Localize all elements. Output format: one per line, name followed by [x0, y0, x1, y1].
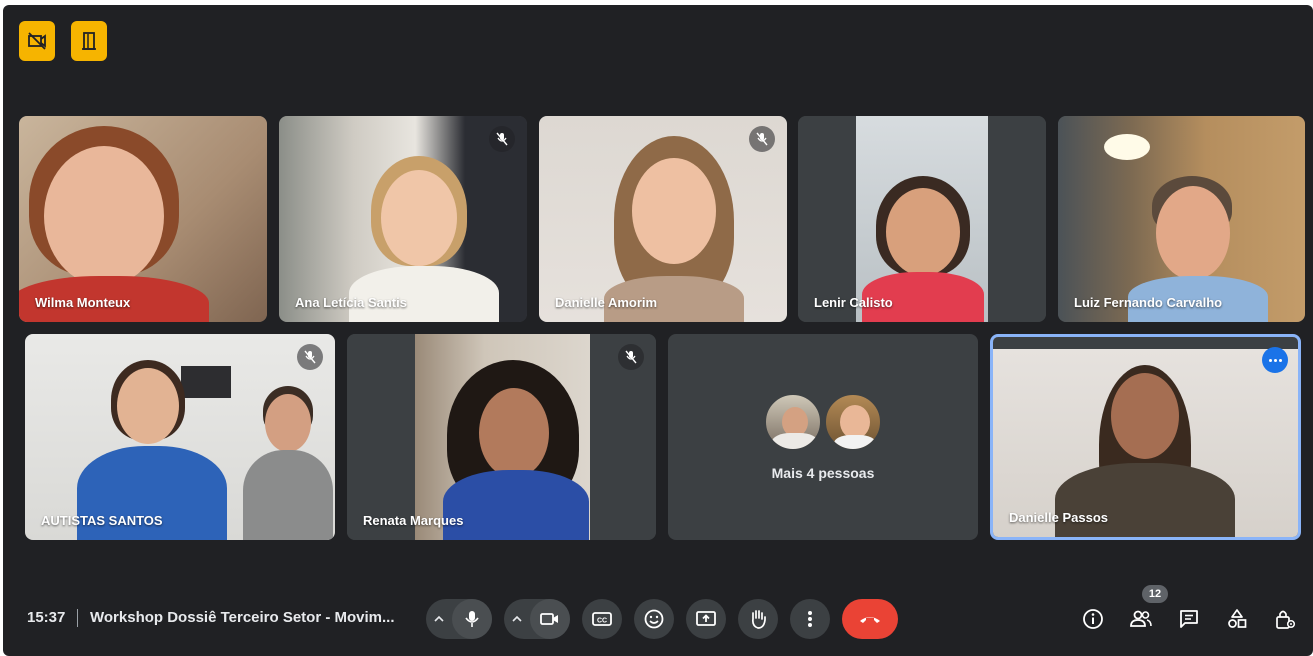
participant-tile[interactable]: Luiz Fernando Carvalho — [1058, 116, 1305, 322]
meeting-details-button[interactable] — [1080, 605, 1106, 633]
participant-name: Luiz Fernando Carvalho — [1074, 295, 1223, 310]
more-options-button[interactable] — [790, 599, 830, 639]
raise-hand-button[interactable] — [738, 599, 778, 639]
hang-up-button[interactable] — [842, 599, 898, 639]
mic-off-icon — [304, 350, 316, 364]
avatar — [764, 393, 822, 451]
participant-tile[interactable]: Ana Letícia Santis — [279, 116, 527, 322]
mic-off-indicator — [489, 126, 515, 152]
captions-icon: CC — [592, 612, 612, 626]
participant-name: Ana Letícia Santis — [295, 295, 407, 310]
participant-name: AUTISTAS SANTOS — [41, 513, 163, 528]
present-screen-button[interactable] — [686, 599, 726, 639]
meeting-title: Workshop Dossiê Terceiro Setor - Movim..… — [90, 609, 395, 626]
no-video-recording-icon — [28, 32, 46, 50]
more-options-icon — [808, 611, 812, 627]
camera-icon — [540, 613, 558, 625]
participant-tile[interactable]: Wilma Monteux — [19, 116, 267, 322]
mic-off-icon — [496, 132, 508, 146]
reactions-button[interactable] — [634, 599, 674, 639]
chevron-up-icon[interactable] — [426, 613, 452, 625]
people-button[interactable] — [1128, 605, 1154, 633]
chevron-up-icon[interactable] — [504, 613, 530, 625]
avatar — [824, 393, 882, 451]
mic-button[interactable] — [452, 599, 492, 639]
mic-control — [426, 599, 492, 639]
participant-name: Lenir Calisto — [814, 295, 893, 310]
svg-text:CC: CC — [597, 618, 607, 625]
divider — [77, 609, 78, 627]
activities-icon — [1228, 609, 1247, 628]
self-view-tile[interactable]: Danielle Passos — [990, 334, 1301, 540]
camera-control — [504, 599, 570, 639]
emoji-icon — [644, 609, 664, 629]
present-screen-icon — [696, 611, 716, 626]
participant-count-badge: 12 — [1142, 585, 1168, 603]
more-participants-avatars — [764, 393, 882, 451]
host-controls-icon — [1276, 610, 1296, 629]
more-participants-label: Mais 4 pessoas — [771, 465, 875, 481]
meet-window: Wilma Monteux Ana Letícia Santis Daniell… — [3, 5, 1313, 656]
host-controls-button[interactable] — [1272, 605, 1298, 633]
clock-time: 15:37 — [27, 609, 66, 626]
participant-name: Danielle Amorim — [555, 295, 658, 310]
camera-button[interactable] — [530, 599, 570, 639]
mic-off-icon — [625, 350, 637, 364]
participant-tile[interactable]: Danielle Amorim — [539, 116, 787, 322]
mic-off-indicator — [297, 344, 323, 370]
info-icon — [1083, 609, 1103, 629]
more-participants-tile[interactable]: Mais 4 pessoas — [668, 334, 978, 540]
mic-off-icon — [756, 132, 768, 146]
chat-button[interactable] — [1176, 605, 1202, 633]
participant-tile[interactable]: Lenir Calisto — [798, 116, 1046, 322]
bottom-toolbar: 15:37 Workshop Dossiê Terceiro Setor - M… — [3, 585, 1313, 647]
mic-off-indicator — [618, 344, 644, 370]
no-recording-badge[interactable] — [19, 21, 55, 61]
participant-name: Renata Marques — [363, 513, 464, 528]
participant-tile[interactable]: Renata Marques — [347, 334, 656, 540]
leave-room-badge[interactable] — [71, 21, 107, 61]
captions-button[interactable]: CC — [582, 599, 622, 639]
raise-hand-icon — [752, 610, 766, 629]
participant-tile[interactable]: AUTISTAS SANTOS — [25, 334, 335, 540]
chat-icon — [1180, 610, 1198, 628]
door-icon — [82, 32, 96, 50]
hang-up-icon — [860, 617, 880, 623]
participant-name: Wilma Monteux — [35, 295, 131, 310]
mic-off-indicator — [749, 126, 775, 152]
people-icon — [1130, 610, 1152, 627]
more-options-tile-button[interactable] — [1262, 347, 1288, 373]
mic-icon — [465, 611, 479, 627]
activities-button[interactable] — [1224, 605, 1250, 633]
participant-name: Danielle Passos — [1009, 510, 1108, 525]
